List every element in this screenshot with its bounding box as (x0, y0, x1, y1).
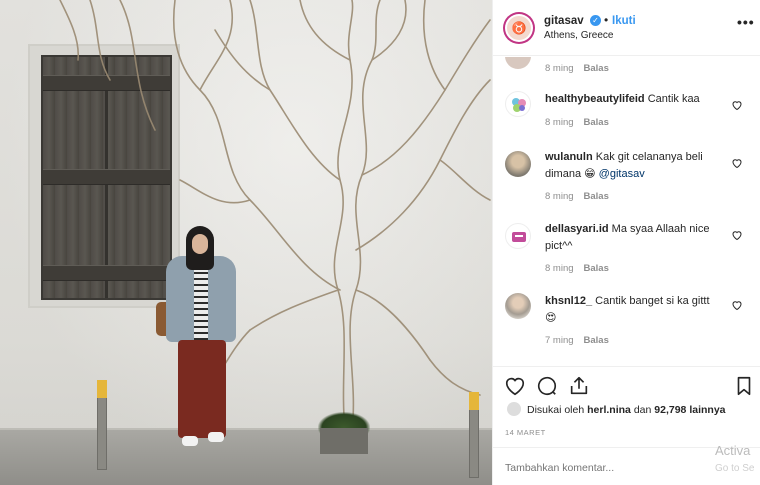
comment-avatar[interactable] (505, 91, 531, 117)
comment-avatar[interactable] (505, 293, 531, 319)
action-bar (493, 366, 760, 402)
avatar-logo-icon: ♉ (507, 16, 531, 40)
comment-text: dellasyari.id Ma syaa Allaah nice pict^^ (545, 221, 720, 255)
comment-username[interactable]: wulanuln (545, 151, 593, 163)
comments-list[interactable]: 8 ming Balas healthybeautylifeid Cantik k… (493, 57, 760, 365)
likes-count[interactable]: 92,798 (654, 404, 686, 416)
likes-suffix[interactable]: lainnya (689, 404, 725, 416)
comment-text: khsnl12_ Cantik banget si ka gittt 😍 (545, 293, 720, 327)
planter (320, 428, 368, 454)
comment-time[interactable]: 8 ming (545, 63, 574, 74)
bollard-right (469, 392, 479, 478)
comment-meta: 7 ming Balas (545, 335, 609, 346)
bookmark-icon[interactable] (733, 375, 755, 397)
activation-watermark: Activa (715, 443, 751, 458)
comment-time[interactable]: 8 ming (545, 263, 574, 274)
comment-meta: 8 ming Balas (545, 117, 609, 128)
avatar[interactable]: ♉ (503, 12, 535, 44)
vines-illustration (59, 0, 491, 431)
reply-button[interactable]: Balas (584, 335, 609, 346)
likes-summary: Disukai oleh herl.nina dan 92,798 lainny… (505, 402, 755, 420)
post-panel: ♉ gitasav ✓ • Ikuti Athens, Greece ••• 8… (492, 0, 760, 485)
share-icon[interactable] (568, 375, 590, 397)
follow-button[interactable]: Ikuti (612, 15, 636, 27)
reply-button[interactable]: Balas (584, 191, 609, 202)
comment-body: Cantik kaa (647, 93, 700, 105)
person (156, 222, 242, 462)
verified-badge-icon: ✓ (590, 15, 601, 26)
post-date[interactable]: 14 MARET (505, 428, 546, 437)
separator: • (604, 13, 609, 27)
like-comment-heart-icon[interactable] (731, 229, 743, 241)
comment-username[interactable]: dellasyari.id (545, 223, 609, 235)
comment-time[interactable]: 7 ming (545, 335, 574, 346)
healthy-logo-icon (512, 98, 526, 112)
reply-button[interactable]: Balas (584, 263, 609, 274)
comment-username[interactable]: healthybeautylifeid (545, 93, 645, 105)
comment-avatar[interactable] (505, 57, 531, 69)
comment-text: wulanuln Kak git celananya beli dimana 😁… (545, 149, 720, 183)
comment-text: healthybeautylifeid Cantik kaa (545, 91, 720, 108)
liker-username[interactable]: herl.nina (587, 404, 631, 416)
like-comment-heart-icon[interactable] (731, 157, 743, 169)
comment-meta: 8 ming Balas (545, 191, 609, 202)
like-heart-icon[interactable] (504, 375, 526, 397)
mention-link[interactable]: @gitasav (599, 168, 645, 180)
comment-time[interactable]: 8 ming (545, 191, 574, 202)
reply-button[interactable]: Balas (584, 63, 609, 74)
activation-watermark-subtext: Go to Se (715, 463, 755, 474)
more-options-icon[interactable]: ••• (737, 14, 755, 30)
like-comment-heart-icon[interactable] (731, 99, 743, 111)
post-photo[interactable] (0, 0, 492, 485)
sidewalk (0, 430, 492, 485)
likes-middle: dan (633, 404, 652, 416)
comment-avatar[interactable] (505, 151, 531, 177)
comment-username[interactable]: khsnl12_ (545, 295, 592, 307)
likes-prefix: Disukai oleh (527, 404, 585, 416)
liker-avatar[interactable] (507, 402, 521, 416)
comment-meta: 8 ming Balas (545, 263, 609, 274)
like-comment-heart-icon[interactable] (731, 299, 743, 311)
reply-button[interactable]: Balas (584, 117, 609, 128)
location-link[interactable]: Athens, Greece (544, 30, 613, 41)
comment-avatar[interactable] (505, 223, 531, 249)
comment-icon[interactable] (536, 375, 558, 397)
username-link[interactable]: gitasav (544, 15, 584, 27)
bollard-left (97, 380, 107, 470)
add-comment-input[interactable] (505, 462, 705, 474)
post-header: ♉ gitasav ✓ • Ikuti Athens, Greece ••• (493, 0, 760, 56)
della-logo-icon (512, 232, 526, 242)
comment-time[interactable]: 8 ming (545, 117, 574, 128)
comment-meta: 8 ming Balas (545, 63, 609, 74)
